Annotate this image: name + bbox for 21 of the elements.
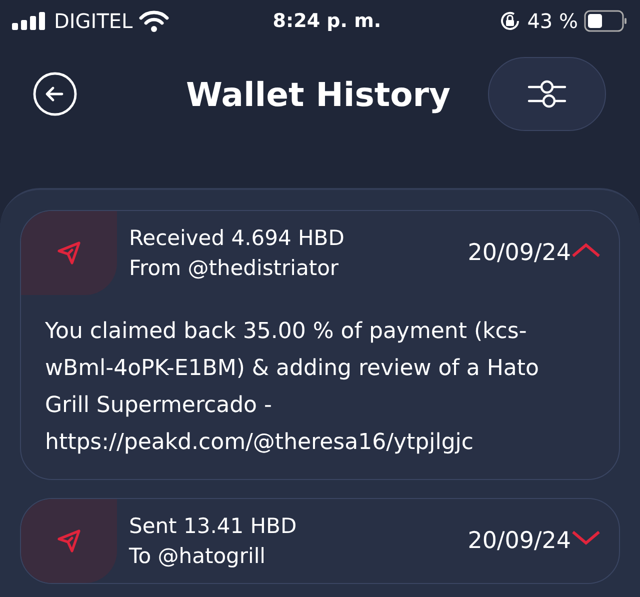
- battery-icon: [584, 10, 628, 32]
- wifi-icon: [138, 10, 169, 32]
- chevron-up-icon[interactable]: [571, 242, 601, 258]
- transaction-title: Received 4.694 HBD: [129, 226, 346, 250]
- transaction-date: 20/09/24: [468, 240, 571, 266]
- transaction-title: Sent 13.41 HBD: [129, 514, 298, 538]
- transaction-card[interactable]: Received 4.694 HBD From @thedistriator 20/09/24 You claimed back 35.00 % of payment (kcs-wBml-4oPK-E1BM) & adding review of a Hato Grill Supermercado - https://peakd.com/@theresa16/ytpjlgjc: [20, 210, 620, 480]
- carrier-name: DIGITEL: [54, 9, 133, 33]
- signal-icon: [12, 12, 48, 30]
- transaction-party: From @thedistriator: [129, 256, 340, 280]
- clock-time: 8:24 p. m.: [272, 10, 382, 32]
- transaction-card[interactable]: Sent 13.41 HBD To @hatogrill 20/09/24: [20, 498, 620, 584]
- back-button[interactable]: [32, 71, 78, 117]
- transaction-detail: You claimed back 35.00 % of payment (kcs-wBml-4oPK-E1BM) & adding review of a Hato Grill Supermercado - https://peakd.com/@theresa16/ytpjlgjc: [45, 318, 539, 457]
- rotation-lock-icon: [499, 10, 522, 32]
- transaction-party: To @hatogrill: [129, 544, 267, 568]
- sliders-icon: [527, 79, 567, 109]
- battery-percent: 43 %: [527, 9, 578, 33]
- chevron-down-icon[interactable]: [571, 530, 601, 546]
- transaction-date: 20/09/24: [468, 528, 571, 554]
- page-title: Wallet History: [185, 74, 452, 114]
